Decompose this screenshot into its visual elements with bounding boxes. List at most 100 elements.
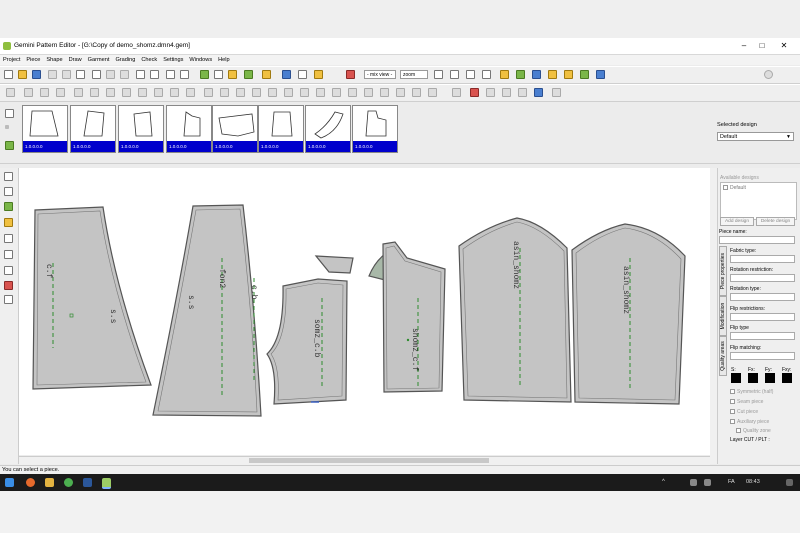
redo-icon[interactable]: [150, 70, 159, 79]
paint-icon[interactable]: [4, 281, 13, 290]
tab-quality-areas[interactable]: Quality areas: [719, 336, 727, 376]
node-tool-icon[interactable]: [244, 70, 253, 79]
scissors-icon[interactable]: [106, 70, 115, 79]
menu-help[interactable]: Help: [215, 55, 233, 65]
menu-grading[interactable]: Grading: [112, 55, 138, 65]
layout-icon[interactable]: [500, 70, 509, 79]
designs-list[interactable]: Default: [720, 182, 797, 220]
zoom-fit-icon[interactable]: [434, 70, 443, 79]
zoom-piece-icon[interactable]: [5, 141, 14, 150]
firefox-icon[interactable]: [26, 478, 35, 487]
cut-piece-checkbox[interactable]: [730, 409, 735, 414]
tool-27-icon[interactable]: [428, 88, 437, 97]
image-icon[interactable]: [534, 88, 543, 97]
volume-icon[interactable]: [704, 479, 711, 486]
tool-3-icon[interactable]: [40, 88, 49, 97]
tool-1-icon[interactable]: [6, 88, 15, 97]
menu-piece[interactable]: Piece: [23, 55, 43, 65]
mix-view-select[interactable]: - mix view -: [364, 70, 396, 79]
menu-settings[interactable]: Settings: [160, 55, 186, 65]
tool-14-icon[interactable]: [220, 88, 229, 97]
piece-thumbnail[interactable]: 1.0.0.0.0: [70, 105, 116, 153]
tab-piece-properties[interactable]: Piece properties: [719, 246, 727, 296]
add-design-button[interactable]: Add design: [720, 217, 754, 226]
plot-icon[interactable]: [596, 70, 605, 79]
language-indicator[interactable]: FA: [728, 479, 735, 485]
print-icon[interactable]: [92, 70, 101, 79]
zoom-in-icon[interactable]: [450, 70, 459, 79]
start-icon[interactable]: [5, 478, 14, 487]
piece-name-select[interactable]: [719, 236, 795, 244]
minimize-button[interactable]: –: [736, 40, 752, 52]
piece-thumbnail[interactable]: 1.0.0.0.0: [258, 105, 304, 153]
tool-24-icon[interactable]: [380, 88, 389, 97]
seam-piece-checkbox[interactable]: [730, 399, 735, 404]
tool-9-icon[interactable]: [138, 88, 147, 97]
tool-13-icon[interactable]: [204, 88, 213, 97]
select-frame-icon[interactable]: [214, 70, 223, 79]
rotation-type-select[interactable]: [730, 293, 795, 301]
new-icon[interactable]: [4, 70, 13, 79]
undo-icon[interactable]: [136, 70, 145, 79]
cut-icon[interactable]: [48, 70, 57, 79]
zoom-select[interactable]: zoom: [400, 70, 428, 79]
tool-16-icon[interactable]: [252, 88, 261, 97]
seam-tool-icon[interactable]: [4, 250, 13, 259]
pattern-canvas[interactable]: c.f s.s s.s fon2 c.b somz_c.b shomz_c.f …: [19, 168, 710, 455]
symmetric-checkbox[interactable]: [730, 389, 735, 394]
menu-check[interactable]: Check: [138, 55, 160, 65]
select-piece-icon[interactable]: [5, 109, 14, 118]
horizontal-scrollbar[interactable]: [19, 456, 710, 465]
tray-arrow-icon[interactable]: ^: [662, 479, 665, 485]
quality-zone-checkbox[interactable]: [736, 428, 741, 433]
save-icon[interactable]: [32, 70, 41, 79]
notch-tool-icon[interactable]: [4, 266, 13, 275]
chrome-icon[interactable]: [64, 478, 73, 487]
s-swatch[interactable]: [731, 373, 741, 383]
tool-23-icon[interactable]: [364, 88, 373, 97]
apply-icon[interactable]: [580, 70, 589, 79]
tool-20-icon[interactable]: [316, 88, 325, 97]
tool-8-icon[interactable]: [122, 88, 131, 97]
piece-thumbnail[interactable]: 1.0.0.0.0: [118, 105, 164, 153]
tool-5-icon[interactable]: [74, 88, 83, 97]
tool-18-icon[interactable]: [284, 88, 293, 97]
close-button[interactable]: ✕: [776, 40, 792, 52]
notifications-icon[interactable]: [786, 479, 793, 486]
rotation-restriction-select[interactable]: [730, 274, 795, 282]
menu-windows[interactable]: Windows: [186, 55, 215, 65]
tab-modification[interactable]: Modification: [719, 296, 727, 336]
text-tool-icon[interactable]: [180, 70, 189, 79]
points-tool-icon[interactable]: [4, 295, 13, 304]
grade-icon[interactable]: [516, 70, 525, 79]
tool-26-icon[interactable]: [412, 88, 421, 97]
move-tool-icon[interactable]: [262, 70, 271, 79]
tool-31-icon[interactable]: [518, 88, 527, 97]
zoom-window-icon[interactable]: [482, 70, 491, 79]
flip-matching-select[interactable]: [730, 352, 795, 360]
tool-17-icon[interactable]: [268, 88, 277, 97]
highlight-icon[interactable]: [314, 70, 323, 79]
fy-swatch[interactable]: [765, 373, 775, 383]
tool-10-icon[interactable]: [154, 88, 163, 97]
open-icon[interactable]: [18, 70, 27, 79]
symbol-a-icon[interactable]: [200, 70, 209, 79]
tool-21-icon[interactable]: [332, 88, 341, 97]
scroll-thumb[interactable]: [249, 458, 489, 463]
tool-7-icon[interactable]: [106, 88, 115, 97]
maximize-button[interactable]: □: [754, 40, 770, 52]
piece-thumbnail[interactable]: 1.0.0.0.0: [22, 105, 68, 153]
pointer-icon[interactable]: [166, 70, 175, 79]
gemini-app-icon[interactable]: [102, 478, 111, 489]
line-tool-icon[interactable]: [4, 234, 13, 243]
tool-28-icon[interactable]: [452, 88, 461, 97]
paste-icon[interactable]: [76, 70, 85, 79]
default-checkbox[interactable]: [723, 185, 728, 190]
tool-6-icon[interactable]: [90, 88, 99, 97]
tool-30-icon[interactable]: [502, 88, 511, 97]
arrow-tool-icon[interactable]: [228, 70, 237, 79]
export-icon[interactable]: [548, 70, 557, 79]
delete-design-button[interactable]: Delete design: [756, 217, 795, 226]
network-icon[interactable]: [690, 479, 697, 486]
file-explorer-icon[interactable]: [45, 478, 54, 487]
